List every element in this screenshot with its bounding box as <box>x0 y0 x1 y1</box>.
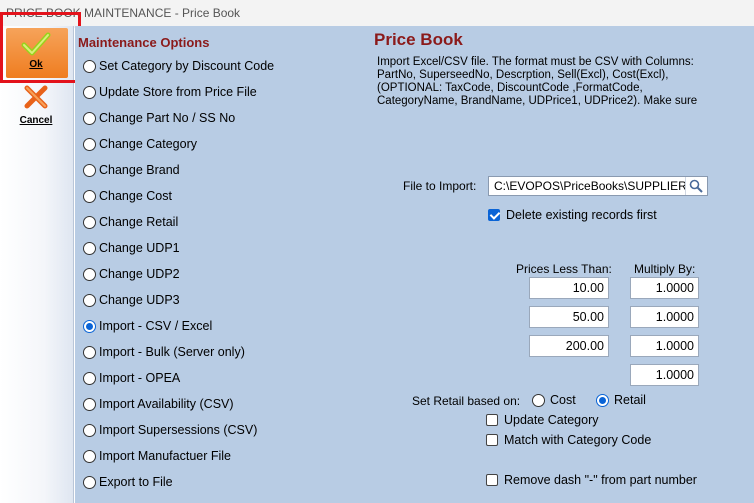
magnifier-icon <box>689 179 703 193</box>
option-label: Import Availability (CSV) <box>99 397 234 411</box>
option-label: Change Retail <box>99 215 179 229</box>
radio-circle[interactable] <box>532 393 545 407</box>
file-to-import-field <box>488 176 708 196</box>
option-radio-row[interactable]: Import - CSV / Excel <box>83 317 212 335</box>
radio-circle[interactable] <box>83 293 96 307</box>
match-category-checkbox[interactable]: Match with Category Code <box>486 433 651 447</box>
radio-circle-selected[interactable] <box>596 393 609 407</box>
update-category-check[interactable] <box>486 414 498 426</box>
radio-circle[interactable] <box>83 85 96 99</box>
option-label: Change Cost <box>99 189 172 203</box>
option-radio-row[interactable]: Import - Bulk (Server only) <box>83 343 245 361</box>
title-bar: PRICE BOOK MAINTENANCE - Price Book <box>0 0 754 28</box>
multiply-by-input-3[interactable] <box>630 335 699 357</box>
match-category-check[interactable] <box>486 434 498 446</box>
radio-circle[interactable] <box>83 449 96 463</box>
radio-circle[interactable] <box>83 215 96 229</box>
match-category-label: Match with Category Code <box>504 433 652 447</box>
prices-less-than-header: Prices Less Than: <box>516 262 612 276</box>
option-label: Import - Bulk (Server only) <box>99 345 245 359</box>
option-label: Import - OPEA <box>99 371 181 385</box>
highlight-box <box>0 12 81 83</box>
retail-basis-retail-radio[interactable]: Retail <box>596 393 646 407</box>
radio-circle[interactable] <box>83 189 96 203</box>
option-radio-row[interactable]: Import - OPEA <box>83 369 180 387</box>
radio-circle[interactable] <box>83 111 96 125</box>
delete-existing-label: Delete existing records first <box>506 208 657 222</box>
file-to-import-label: File to Import: <box>403 179 477 193</box>
retail-basis-cost-label: Cost <box>550 393 576 407</box>
radio-circle[interactable] <box>83 475 96 489</box>
option-radio-row[interactable]: Update Store from Price File <box>83 83 257 101</box>
multiply-by-header: Multiply By: <box>634 262 696 276</box>
update-category-label: Update Category <box>504 413 599 427</box>
multiply-by-input-4[interactable] <box>630 364 699 386</box>
maintenance-options-title: Maintenance Options <box>78 35 210 50</box>
description-line: CategoryName, BrandName, UDPrice1, UDPri… <box>377 95 698 107</box>
description-line: PartNo, SuperseedNo, Descrption, Sell(Ex… <box>377 69 669 81</box>
radio-circle[interactable] <box>83 59 96 73</box>
price-less-than-input-2[interactable] <box>529 306 609 328</box>
option-label: Update Store from Price File <box>99 85 257 99</box>
option-label: Import Supersessions (CSV) <box>99 423 258 437</box>
browse-search-button[interactable] <box>685 177 705 195</box>
radio-circle[interactable] <box>83 267 96 281</box>
remove-dash-check[interactable] <box>486 474 498 486</box>
option-label: Change Category <box>99 137 197 151</box>
update-category-checkbox[interactable]: Update Category <box>486 413 599 427</box>
option-radio-row[interactable]: Change UDP1 <box>83 239 180 257</box>
option-radio-row[interactable]: Export to File <box>83 473 173 491</box>
option-radio-row[interactable]: Change Cost <box>83 187 172 205</box>
option-radio-row[interactable]: Change UDP3 <box>83 291 180 309</box>
radio-circle[interactable] <box>83 397 96 411</box>
option-radio-row[interactable]: Import Availability (CSV) <box>83 395 234 413</box>
file-path-input[interactable] <box>489 177 685 195</box>
cancel-label: Cancel <box>19 115 53 126</box>
option-label: Import Manufactuer File <box>99 449 231 463</box>
description-line: Import Excel/CSV file. The format must b… <box>377 56 694 68</box>
option-label: Import - CSV / Excel <box>99 319 213 333</box>
retail-basis-cost-radio[interactable]: Cost <box>532 393 576 407</box>
option-label: Set Category by Discount Code <box>99 59 275 73</box>
left-toolbar: Ok Cancel <box>0 26 74 503</box>
option-label: Change UDP3 <box>99 293 180 307</box>
price-book-title: Price Book <box>374 30 463 49</box>
set-retail-label: Set Retail based on: <box>412 394 521 408</box>
price-less-than-input-1[interactable] <box>529 277 609 299</box>
option-label: Change Part No / SS No <box>99 111 236 125</box>
delete-existing-checkbox[interactable]: Delete existing records first <box>488 208 657 222</box>
option-label: Export to File <box>99 475 173 489</box>
radio-circle-selected[interactable] <box>83 319 96 333</box>
option-radio-row[interactable]: Change Retail <box>83 213 178 231</box>
x-cross-icon <box>24 85 48 109</box>
option-radio-row[interactable]: Import Supersessions (CSV) <box>83 421 257 439</box>
remove-dash-checkbox[interactable]: Remove dash "-" from part number <box>486 473 697 487</box>
option-radio-row[interactable]: Change Part No / SS No <box>83 109 235 127</box>
option-radio-row[interactable]: Import Manufactuer File <box>83 447 231 465</box>
multiply-by-input-1[interactable] <box>630 277 699 299</box>
main-panel: Maintenance Options Set Category by Disc… <box>75 26 754 503</box>
radio-circle[interactable] <box>83 163 96 177</box>
remove-dash-label: Remove dash "-" from part number <box>504 473 697 487</box>
option-label: Change Brand <box>99 163 180 177</box>
option-radio-row[interactable]: Change Category <box>83 135 197 153</box>
radio-circle[interactable] <box>83 345 96 359</box>
option-radio-row[interactable]: Change Brand <box>83 161 180 179</box>
delete-existing-check[interactable] <box>488 209 500 221</box>
radio-circle[interactable] <box>83 371 96 385</box>
import-description: Import Excel/CSV file. The format must b… <box>377 56 737 108</box>
radio-circle[interactable] <box>83 241 96 255</box>
option-label: Change UDP2 <box>99 267 180 281</box>
radio-circle[interactable] <box>83 423 96 437</box>
price-less-than-input-3[interactable] <box>529 335 609 357</box>
cancel-button[interactable]: Cancel <box>4 84 68 128</box>
radio-circle[interactable] <box>83 137 96 151</box>
multiply-by-input-2[interactable] <box>630 306 699 328</box>
description-line: (OPTIONAL: TaxCode, DiscountCode ,Format… <box>377 82 643 94</box>
option-label: Change UDP1 <box>99 241 180 255</box>
option-radio-row[interactable]: Change UDP2 <box>83 265 180 283</box>
option-radio-row[interactable]: Set Category by Discount Code <box>83 57 274 75</box>
retail-basis-retail-label: Retail <box>614 393 646 407</box>
